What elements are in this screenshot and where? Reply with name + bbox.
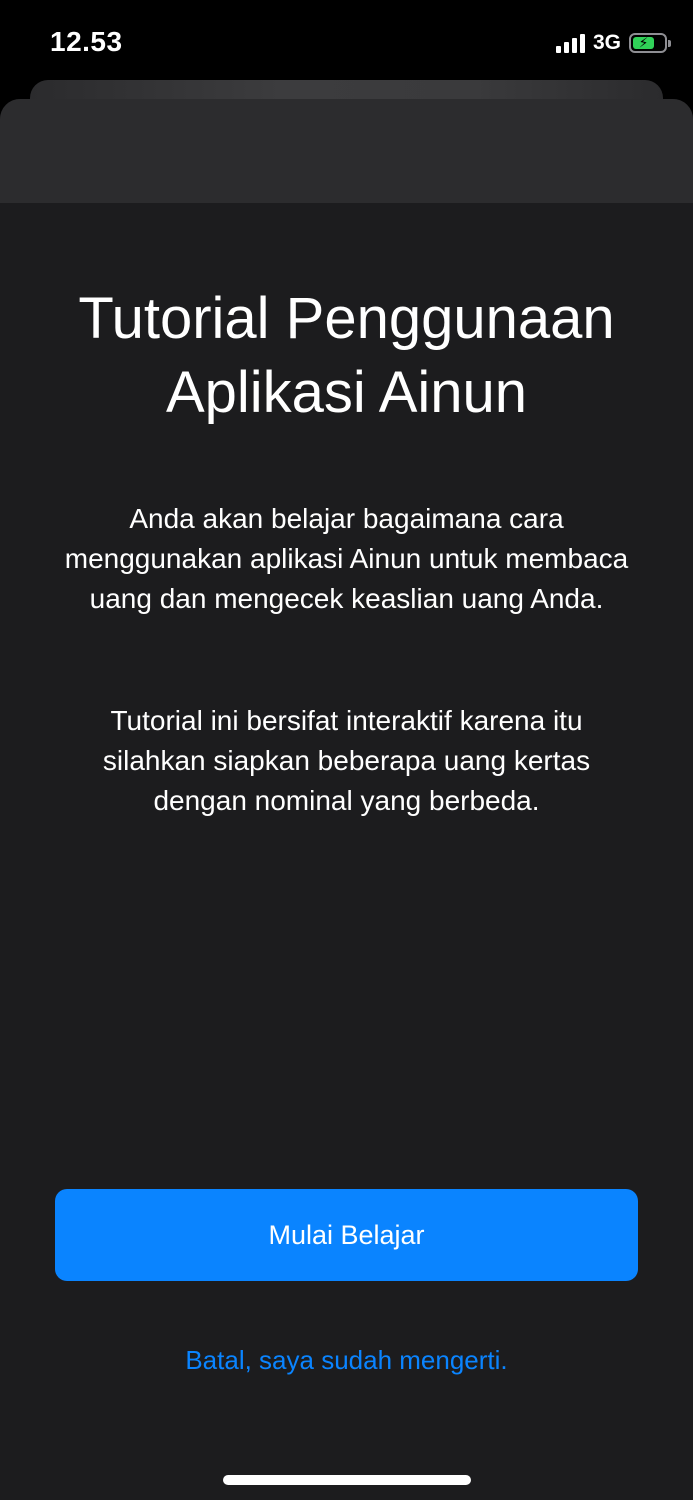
- battery-cap: [668, 40, 671, 47]
- title-line-2: Aplikasi Ainun: [165, 360, 528, 425]
- network-type-label: 3G: [592, 31, 621, 54]
- sheet-header: [0, 99, 693, 203]
- status-bar: 12.53 3G ⚡: [0, 0, 693, 80]
- cancel-link[interactable]: Batal, saya sudah mengerti.: [0, 1345, 693, 1376]
- charging-bolt-icon: ⚡: [638, 34, 649, 51]
- cellular-signal-icon: [555, 33, 585, 53]
- battery-charging-icon: ⚡: [629, 33, 671, 53]
- status-indicators: 3G ⚡: [555, 30, 671, 56]
- modal-sheet: Tutorial Penggunaan Aplikasi Ainun Anda …: [0, 99, 693, 1500]
- battery-level-fill: ⚡: [633, 34, 654, 51]
- status-time: 12.53: [50, 26, 123, 57]
- intro-paragraph: Anda akan belajar bagaimana cara menggun…: [64, 503, 629, 614]
- title-line-1: Tutorial Penggunaan: [78, 286, 615, 351]
- page-title: Tutorial Penggunaan Aplikasi Ainun: [0, 282, 693, 430]
- instruction-paragraph: Tutorial ini bersifat interaktif karena …: [102, 705, 591, 816]
- start-learning-button[interactable]: Mulai Belajar: [55, 1189, 638, 1281]
- home-indicator[interactable]: [223, 1475, 471, 1485]
